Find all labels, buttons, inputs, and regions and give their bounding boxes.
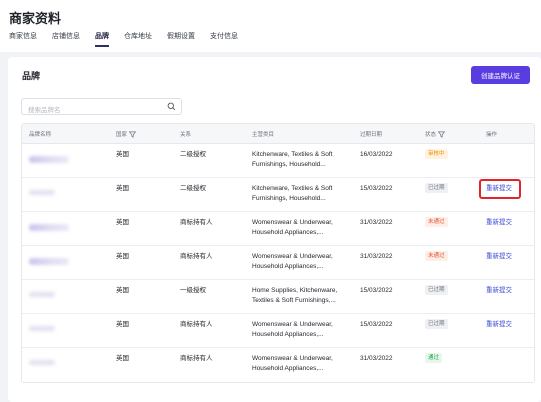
header-status: 状态 — [425, 124, 446, 144]
row-relation: 商标持有人 — [180, 219, 213, 226]
row-relation: 一级授权 — [180, 287, 206, 294]
row-country: 英国 — [116, 253, 129, 260]
header-country-label: 国家 — [116, 132, 128, 138]
status-badge: 已过期 — [425, 183, 448, 193]
status-badge: 未通过 — [425, 217, 448, 227]
header-relation: 关系 — [180, 132, 192, 138]
brand-name-redacted[interactable] — [29, 292, 55, 297]
tab-warehouse-address[interactable]: 仓库地址 — [124, 32, 152, 47]
row-country: 英国 — [116, 151, 129, 158]
tab-payment-info[interactable]: 支付信息 — [210, 32, 238, 47]
brand-name-redacted[interactable] — [29, 190, 55, 195]
table-row: 英国 商标持有人 Womenswear & Underwear, Househo… — [22, 348, 534, 382]
section-title: 品牌 — [22, 71, 41, 81]
create-brand-auth-button[interactable]: 创建品牌认证 — [471, 66, 530, 84]
brand-name-redacted[interactable] — [29, 258, 69, 265]
page-title: 商家资料 — [9, 11, 62, 26]
row-category-line1: Kitchenware, Textiles & Soft — [252, 185, 333, 192]
table-row: 英国 商标持有人 Womenswear & Underwear, Househo… — [22, 212, 534, 246]
row-country: 英国 — [116, 321, 129, 328]
row-category-line2: Household Appliances,... — [252, 331, 324, 338]
row-category-line2: Household Appliances,... — [252, 263, 324, 270]
row-expiry: 15/03/2022 — [360, 185, 393, 192]
table-row: 英国 商标持有人 Womenswear & Underwear, Househo… — [22, 314, 534, 348]
resubmit-link[interactable]: 重新提交 — [486, 218, 512, 227]
row-category-line1: Womenswear & Underwear, — [252, 219, 333, 226]
header: 商家资料 商家信息 店铺信息 品牌 仓库地址 假期设置 支付信息 — [0, 0, 541, 52]
row-country: 英国 — [116, 287, 129, 294]
status-badge: 审核中 — [425, 149, 448, 159]
brand-name-redacted[interactable] — [29, 326, 55, 331]
row-category-line1: Womenswear & Underwear, — [252, 321, 333, 328]
row-category-line1: Womenswear & Underwear, — [252, 355, 333, 362]
tab-holiday-settings[interactable]: 假期设置 — [167, 32, 195, 47]
brand-search-input[interactable] — [22, 103, 162, 118]
row-category-line2: Household Appliances,... — [252, 229, 324, 236]
table-row: 英国 二级授权 Kitchenware, Textiles & Soft Fur… — [22, 178, 534, 212]
row-expiry: 15/03/2022 — [360, 321, 393, 328]
row-category-line2: Textiles & Soft Furnishings,... — [252, 297, 336, 304]
header-action: 操作 — [486, 132, 498, 138]
row-expiry: 31/03/2022 — [360, 219, 393, 226]
status-badge: 已过期 — [425, 319, 448, 329]
brand-table: 品牌名称 国家 关系 主营类目 过期日期 状态 操作 英国 二级授权 Kitch… — [21, 123, 535, 383]
row-relation: 商标持有人 — [180, 321, 213, 328]
filter-icon[interactable] — [129, 131, 137, 138]
status-badge: 通过 — [425, 353, 443, 363]
brand-card: 品牌 创建品牌认证 品牌名称 国家 关系 主营类目 过期日期 状态 操作 — [8, 57, 541, 402]
tab-merchant-info[interactable]: 商家信息 — [9, 32, 37, 47]
row-category-line2: Furnishings, Household... — [252, 195, 326, 202]
row-expiry: 16/03/2022 — [360, 151, 393, 158]
resubmit-link[interactable]: 重新提交 — [486, 320, 512, 329]
resubmit-link[interactable]: 重新提交 — [486, 184, 512, 193]
row-category-line2: Furnishings, Household... — [252, 161, 326, 168]
header-status-label: 状态 — [425, 132, 437, 138]
brand-name-redacted[interactable] — [29, 156, 69, 163]
tab-bar: 商家信息 店铺信息 品牌 仓库地址 假期设置 支付信息 — [9, 32, 253, 47]
row-expiry: 15/03/2022 — [360, 287, 393, 294]
row-expiry: 31/03/2022 — [360, 253, 393, 260]
row-relation: 商标持有人 — [180, 253, 213, 260]
filter-icon[interactable] — [438, 131, 446, 138]
row-category-line1: Home Supplies, Kitchenware, — [252, 287, 338, 294]
table-row: 英国 商标持有人 Womenswear & Underwear, Househo… — [22, 246, 534, 280]
row-relation: 二级授权 — [180, 151, 206, 158]
search-box — [21, 98, 182, 118]
row-relation: 商标持有人 — [180, 355, 213, 362]
status-badge: 已过期 — [425, 285, 448, 295]
table-row: 英国 二级授权 Kitchenware, Textiles & Soft Fur… — [22, 144, 534, 178]
row-category-line1: Kitchenware, Textiles & Soft — [252, 151, 333, 158]
brand-name-redacted[interactable] — [29, 224, 69, 231]
resubmit-link[interactable]: 重新提交 — [486, 252, 512, 261]
row-category-line1: Womenswear & Underwear, — [252, 253, 333, 260]
resubmit-link[interactable]: 重新提交 — [486, 286, 512, 295]
brand-name-redacted[interactable] — [29, 360, 55, 365]
row-relation: 二级授权 — [180, 185, 206, 192]
row-category-line2: Household Appliances,... — [252, 365, 324, 372]
tab-store-info[interactable]: 店铺信息 — [52, 32, 80, 47]
row-expiry: 31/03/2022 — [360, 355, 393, 362]
header-brand-name: 品牌名称 — [29, 132, 52, 138]
header-expiry: 过期日期 — [360, 132, 383, 138]
header-category: 主营类目 — [252, 132, 275, 138]
header-country: 国家 — [116, 124, 137, 144]
row-country: 英国 — [116, 355, 129, 362]
table-header: 品牌名称 国家 关系 主营类目 过期日期 状态 操作 — [22, 124, 534, 144]
status-badge: 未通过 — [425, 251, 448, 261]
tab-brand[interactable]: 品牌 — [95, 32, 109, 47]
search-icon[interactable] — [167, 102, 176, 111]
row-country: 英国 — [116, 219, 129, 226]
table-row: 英国 一级授权 Home Supplies, Kitchenware, Text… — [22, 280, 534, 314]
row-country: 英国 — [116, 185, 129, 192]
